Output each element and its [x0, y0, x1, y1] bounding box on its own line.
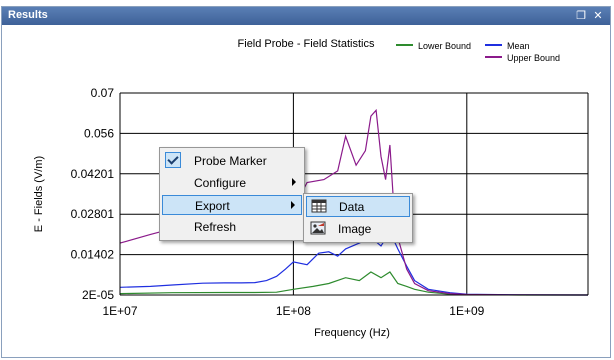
- y-axis-label: E - Fields (V/m): [33, 156, 45, 232]
- menu-item-export-data[interactable]: Data: [306, 196, 410, 217]
- context-menu: Probe Marker Configure Export Refresh: [159, 147, 305, 241]
- menu-item-label: Image: [338, 222, 372, 236]
- y-tick-label: 0.04201: [71, 167, 115, 181]
- chart-legend: Lower Bound Mean Upper Bound: [396, 41, 560, 63]
- x-tick-label: 1E+08: [276, 304, 311, 318]
- menu-item-label: Export: [195, 199, 230, 213]
- y-tick-label: 0.056: [84, 126, 114, 140]
- menu-item-export-image[interactable]: Image: [306, 219, 410, 240]
- y-tick-label: 0.07: [91, 86, 115, 100]
- checkmark-icon: [165, 152, 181, 168]
- y-tick-label: 0.02801: [71, 207, 115, 221]
- menu-item-configure[interactable]: Configure: [162, 173, 302, 193]
- legend-label: Upper Bound: [507, 53, 560, 63]
- export-submenu: Data Image: [303, 193, 413, 243]
- chart-title: Field Probe - Field Statistics: [238, 38, 375, 50]
- menu-item-label: Configure: [194, 176, 247, 190]
- menu-item-label: Probe Marker: [194, 154, 267, 168]
- x-axis-label: Frequency (Hz): [314, 327, 390, 339]
- menu-item-export[interactable]: Export: [162, 195, 302, 215]
- submenu-arrow-icon: [291, 201, 295, 209]
- data-table-icon: [311, 199, 327, 213]
- legend-label: Mean: [507, 41, 530, 51]
- legend-label: Lower Bound: [418, 41, 471, 51]
- y-tick-label: 2E-05: [82, 288, 114, 302]
- y-tick-label: 0.01402: [71, 248, 115, 262]
- menu-item-label: Refresh: [194, 220, 237, 234]
- menu-item-label: Data: [339, 200, 365, 214]
- image-icon: [310, 221, 326, 235]
- menu-item-refresh[interactable]: Refresh: [162, 217, 302, 237]
- x-tick-label: 1E+09: [449, 304, 484, 318]
- results-chart[interactable]: Field Probe - Field Statistics Lower Bou…: [0, 0, 614, 360]
- x-tick-label: 1E+07: [102, 304, 137, 318]
- submenu-arrow-icon: [292, 178, 296, 186]
- menu-item-probe-marker[interactable]: Probe Marker: [162, 151, 302, 171]
